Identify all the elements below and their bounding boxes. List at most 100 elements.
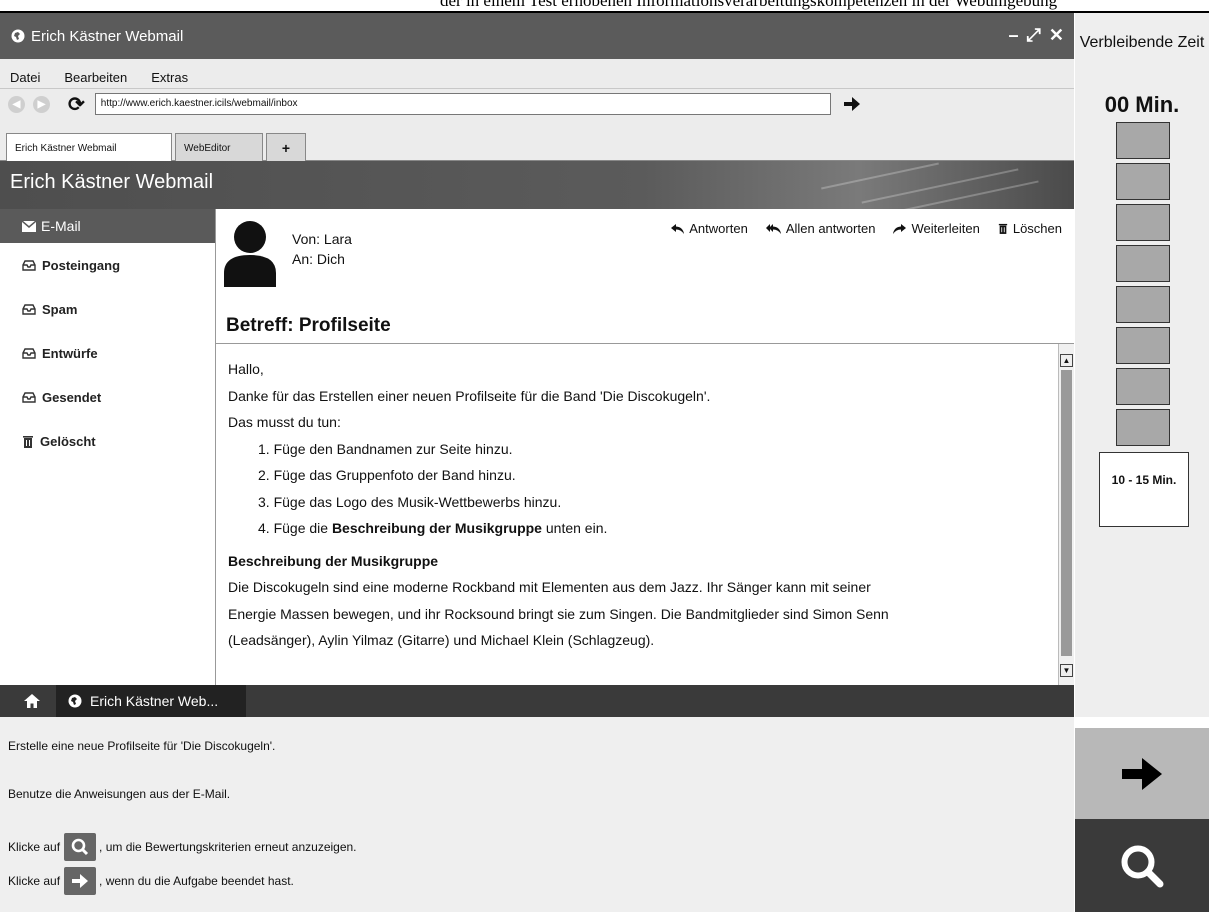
desc-line: (Leadsänger), Aylin Yilmaz (Gitarre) und… — [228, 632, 655, 648]
trash-icon — [23, 435, 33, 448]
mail-from: Von: Lara — [292, 231, 352, 247]
timer-block — [1116, 286, 1170, 323]
scroll-thumb[interactable] — [1061, 370, 1072, 656]
sidebar-item-label: Gelöscht — [40, 433, 96, 449]
url-input[interactable]: http://www.erich.kaestner.icils/webmail/… — [94, 93, 831, 115]
close-icon[interactable]: ✕ — [1049, 25, 1064, 46]
mail-line: Danke für das Erstellen einer neuen Prof… — [228, 387, 711, 404]
banner-streak — [821, 162, 939, 190]
sidebar-header-label: E-Mail — [41, 218, 81, 234]
sidebar-item-geloescht[interactable]: Gelöscht — [0, 419, 215, 463]
sidebar-item-spam[interactable]: Spam — [0, 287, 215, 331]
mail-step: 2. Füge das Gruppenfoto der Band hinzu. — [258, 467, 516, 483]
trash-icon — [998, 223, 1008, 234]
search-icon — [1121, 845, 1164, 887]
forward-label: Weiterleiten — [911, 221, 980, 236]
mail-step: 1. Füge den Bandnamen zur Seite hinzu. — [258, 440, 513, 457]
sidebar-item-gesendet[interactable]: Gesendet — [0, 375, 215, 419]
page-header-cut: der in einem Test erhobenen Informations… — [440, 0, 1058, 10]
timer-block — [1116, 245, 1170, 282]
mail-body: Hallo, Danke für das Erstellen einer neu… — [216, 344, 1058, 685]
taskbar-tab-webmail[interactable]: Erich Kästner Web... — [56, 685, 246, 717]
menu-extras[interactable]: Extras — [151, 70, 188, 85]
sidebar-item-entwuerfe[interactable]: Entwürfe — [0, 331, 215, 375]
mail-line: Das musst du tun: — [228, 414, 341, 430]
arrow-right-icon — [72, 874, 89, 888]
timer-block — [1116, 204, 1170, 241]
tab-webeditor[interactable]: WebEditor — [175, 133, 263, 162]
timer-panel: Verbleibende Zeit 00 Min. 10 - 15 Min. — [1075, 13, 1209, 717]
refresh-icon[interactable]: ⟳ — [68, 92, 85, 117]
mail-header: Von: Lara An: Dich Antworten Allen antwo… — [216, 209, 1074, 344]
mail-step: 4. Füge die Beschreibung der Musikgruppe… — [228, 515, 1058, 542]
back-button[interactable]: ◀ — [8, 95, 25, 113]
forward-icon — [893, 223, 907, 234]
scroll-up-button[interactable]: ▲ — [1060, 354, 1073, 367]
inline-search-button — [64, 833, 97, 861]
avatar — [224, 221, 276, 287]
reply-label: Antworten — [689, 221, 748, 236]
instruction-line: Erstelle eine neue Profilseite für 'Die … — [8, 739, 276, 753]
delete-label: Löschen — [1012, 221, 1062, 236]
tab-strip: Erich Kästner Webmail WebEditor + — [0, 119, 1074, 163]
scroll-down-button[interactable]: ▼ — [1060, 664, 1073, 677]
step4-post: unten ein. — [541, 520, 608, 536]
webmail-banner: Erich Kästner Webmail — [0, 161, 1074, 209]
next-button[interactable] — [1075, 728, 1209, 819]
forward-button[interactable]: Weiterleiten — [893, 221, 980, 236]
taskbar: Erich Kästner Web... — [0, 685, 1074, 717]
reply-button[interactable]: Antworten — [671, 221, 748, 236]
window-titlebar: Erich Kästner Webmail – ⤢ ✕ — [0, 13, 1074, 59]
mail-subject: Betreff: Profilseite — [226, 315, 391, 336]
inbox-icon — [22, 347, 36, 359]
maximize-icon[interactable]: ⤢ — [1027, 25, 1041, 46]
instruction-line: Klicke auf , um die Bewertungskriterien … — [8, 833, 357, 861]
instruction-pre: Klicke auf — [8, 874, 61, 888]
new-tab-button[interactable]: + — [266, 133, 306, 162]
sidebar-item-label: Gesendet — [42, 389, 102, 405]
time-estimate: 10 - 15 Min. — [1099, 452, 1189, 527]
screen: der in einem Test erhobenen Informations… — [0, 0, 1209, 912]
menu-bearbeiten[interactable]: Bearbeiten — [64, 70, 127, 85]
instruction-pre: Klicke auf — [8, 840, 61, 854]
reply-icon — [671, 223, 685, 234]
address-bar: ◀ ▶ ⟳ http://www.erich.kaestner.icils/we… — [0, 89, 1074, 119]
reply-all-button[interactable]: Allen antworten — [765, 221, 875, 236]
sidebar-item-label: Spam — [42, 301, 78, 317]
home-icon[interactable] — [24, 694, 40, 708]
banner-streak — [901, 180, 1039, 209]
criteria-search-button[interactable] — [1075, 819, 1209, 912]
mail-greeting: Hallo, — [228, 361, 264, 377]
delete-button[interactable]: Löschen — [998, 221, 1062, 236]
mail-actions: Antworten Allen antworten Weiterleiten L… — [671, 221, 1062, 236]
desc-heading-text: Beschreibung der Musikgruppe — [228, 552, 439, 569]
globe-icon — [11, 29, 25, 43]
inbox-icon — [22, 391, 36, 403]
sidebar-header[interactable]: E-Mail — [0, 209, 215, 243]
timer-block — [1116, 327, 1170, 364]
banner-title: Erich Kästner Webmail — [10, 171, 214, 193]
sidebar-item-posteingang[interactable]: Posteingang — [0, 243, 215, 287]
sidebar-item-label: Posteingang — [42, 257, 121, 273]
timer-block — [1116, 409, 1170, 446]
minimize-icon[interactable]: – — [1008, 25, 1018, 46]
reply-all-icon — [765, 223, 781, 234]
arrow-right-icon — [1122, 757, 1162, 790]
instruction-line: Klicke auf , wenn du die Aufgabe beendet… — [8, 867, 294, 895]
go-arrow-icon[interactable] — [841, 93, 863, 115]
menu-datei[interactable]: Datei — [10, 70, 40, 85]
forward-button[interactable]: ▶ — [33, 95, 50, 113]
inbox-icon — [22, 259, 36, 271]
mail-to: An: Dich — [292, 251, 345, 267]
search-icon — [71, 838, 89, 856]
instruction-line: Benutze die Anweisungen aus der E-Mail. — [8, 787, 231, 801]
instruction-post: , wenn du die Aufgabe beendet hast. — [99, 874, 294, 888]
desc-heading: Beschreibung der Musikgruppe — [228, 548, 1058, 575]
mail-scrollbar[interactable]: ▲ ▼ — [1058, 344, 1074, 685]
mail-sidebar: E-Mail Posteingang Spam Entwürfe Gesende… — [0, 209, 216, 685]
instruction-post: , um die Bewertungskriterien erneut anzu… — [99, 840, 357, 854]
tab-webmail[interactable]: Erich Kästner Webmail — [6, 133, 172, 163]
window-controls: – ⤢ ✕ — [1008, 25, 1064, 46]
envelope-icon — [22, 220, 36, 232]
taskbar-tab-label: Erich Kästner Web... — [90, 693, 219, 709]
